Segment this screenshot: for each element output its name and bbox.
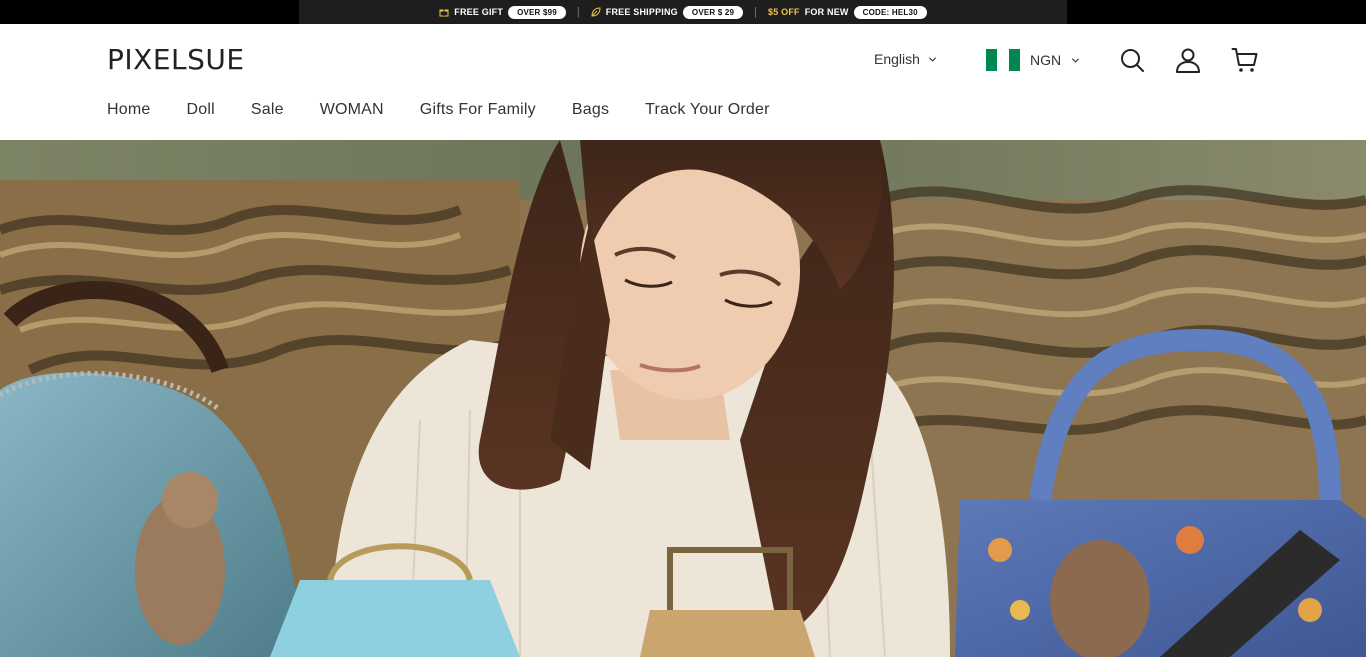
nav-item-doll[interactable]: Doll (186, 101, 214, 119)
discount-label: FOR NEW (804, 7, 849, 17)
gift-icon (439, 7, 449, 17)
free-gift-promo: FREE GIFT OVER $99 (439, 5, 566, 19)
site-header: PIXELSUE English NGN Home Doll Sale WOMA… (0, 24, 1366, 140)
nav-item-track-order[interactable]: Track Your Order (645, 101, 769, 119)
nav-item-bags[interactable]: Bags (572, 101, 609, 119)
cart-icon[interactable] (1231, 46, 1259, 74)
nav-item-gifts-for-family[interactable]: Gifts For Family (420, 101, 536, 119)
announcement-content: FREE GIFT OVER $99 | FREE SHIPPING OVER … (299, 0, 1067, 24)
discount-amount: $5 OFF (768, 7, 800, 17)
hero-image (0, 140, 1366, 657)
language-label: English (874, 51, 920, 67)
chevron-down-icon (1071, 56, 1080, 65)
currency-label: NGN (1030, 52, 1062, 68)
hero-banner[interactable] (0, 140, 1366, 657)
promo-separator: | (754, 6, 758, 18)
free-gift-pill: OVER $99 (508, 5, 566, 19)
chevron-down-icon (928, 55, 937, 64)
user-icon[interactable] (1174, 46, 1202, 74)
nav-item-sale[interactable]: Sale (251, 101, 284, 119)
currency-selector[interactable]: NGN (986, 49, 1080, 71)
free-shipping-label: FREE SHIPPING (605, 7, 678, 17)
main-nav: Home Doll Sale WOMAN Gifts For Family Ba… (107, 101, 770, 119)
free-gift-label: FREE GIFT (454, 7, 504, 17)
site-logo[interactable]: PIXELSUE (107, 43, 245, 77)
nav-item-home[interactable]: Home (107, 101, 150, 119)
discount-promo: $5 OFF FOR NEW CODE: HEL30 (768, 5, 927, 19)
free-shipping-promo: FREE SHIPPING OVER $ 29 (591, 5, 744, 19)
promo-separator: | (576, 6, 580, 18)
announcement-bar: FREE GIFT OVER $99 | FREE SHIPPING OVER … (0, 0, 1366, 24)
nigeria-flag-icon (986, 49, 1020, 71)
nav-item-woman[interactable]: WOMAN (320, 101, 384, 119)
discount-code-pill: CODE: HEL30 (853, 5, 927, 19)
free-shipping-pill: OVER $ 29 (682, 5, 744, 19)
leaf-icon (591, 7, 601, 17)
language-selector[interactable]: English (874, 51, 937, 67)
search-icon[interactable] (1118, 46, 1146, 74)
